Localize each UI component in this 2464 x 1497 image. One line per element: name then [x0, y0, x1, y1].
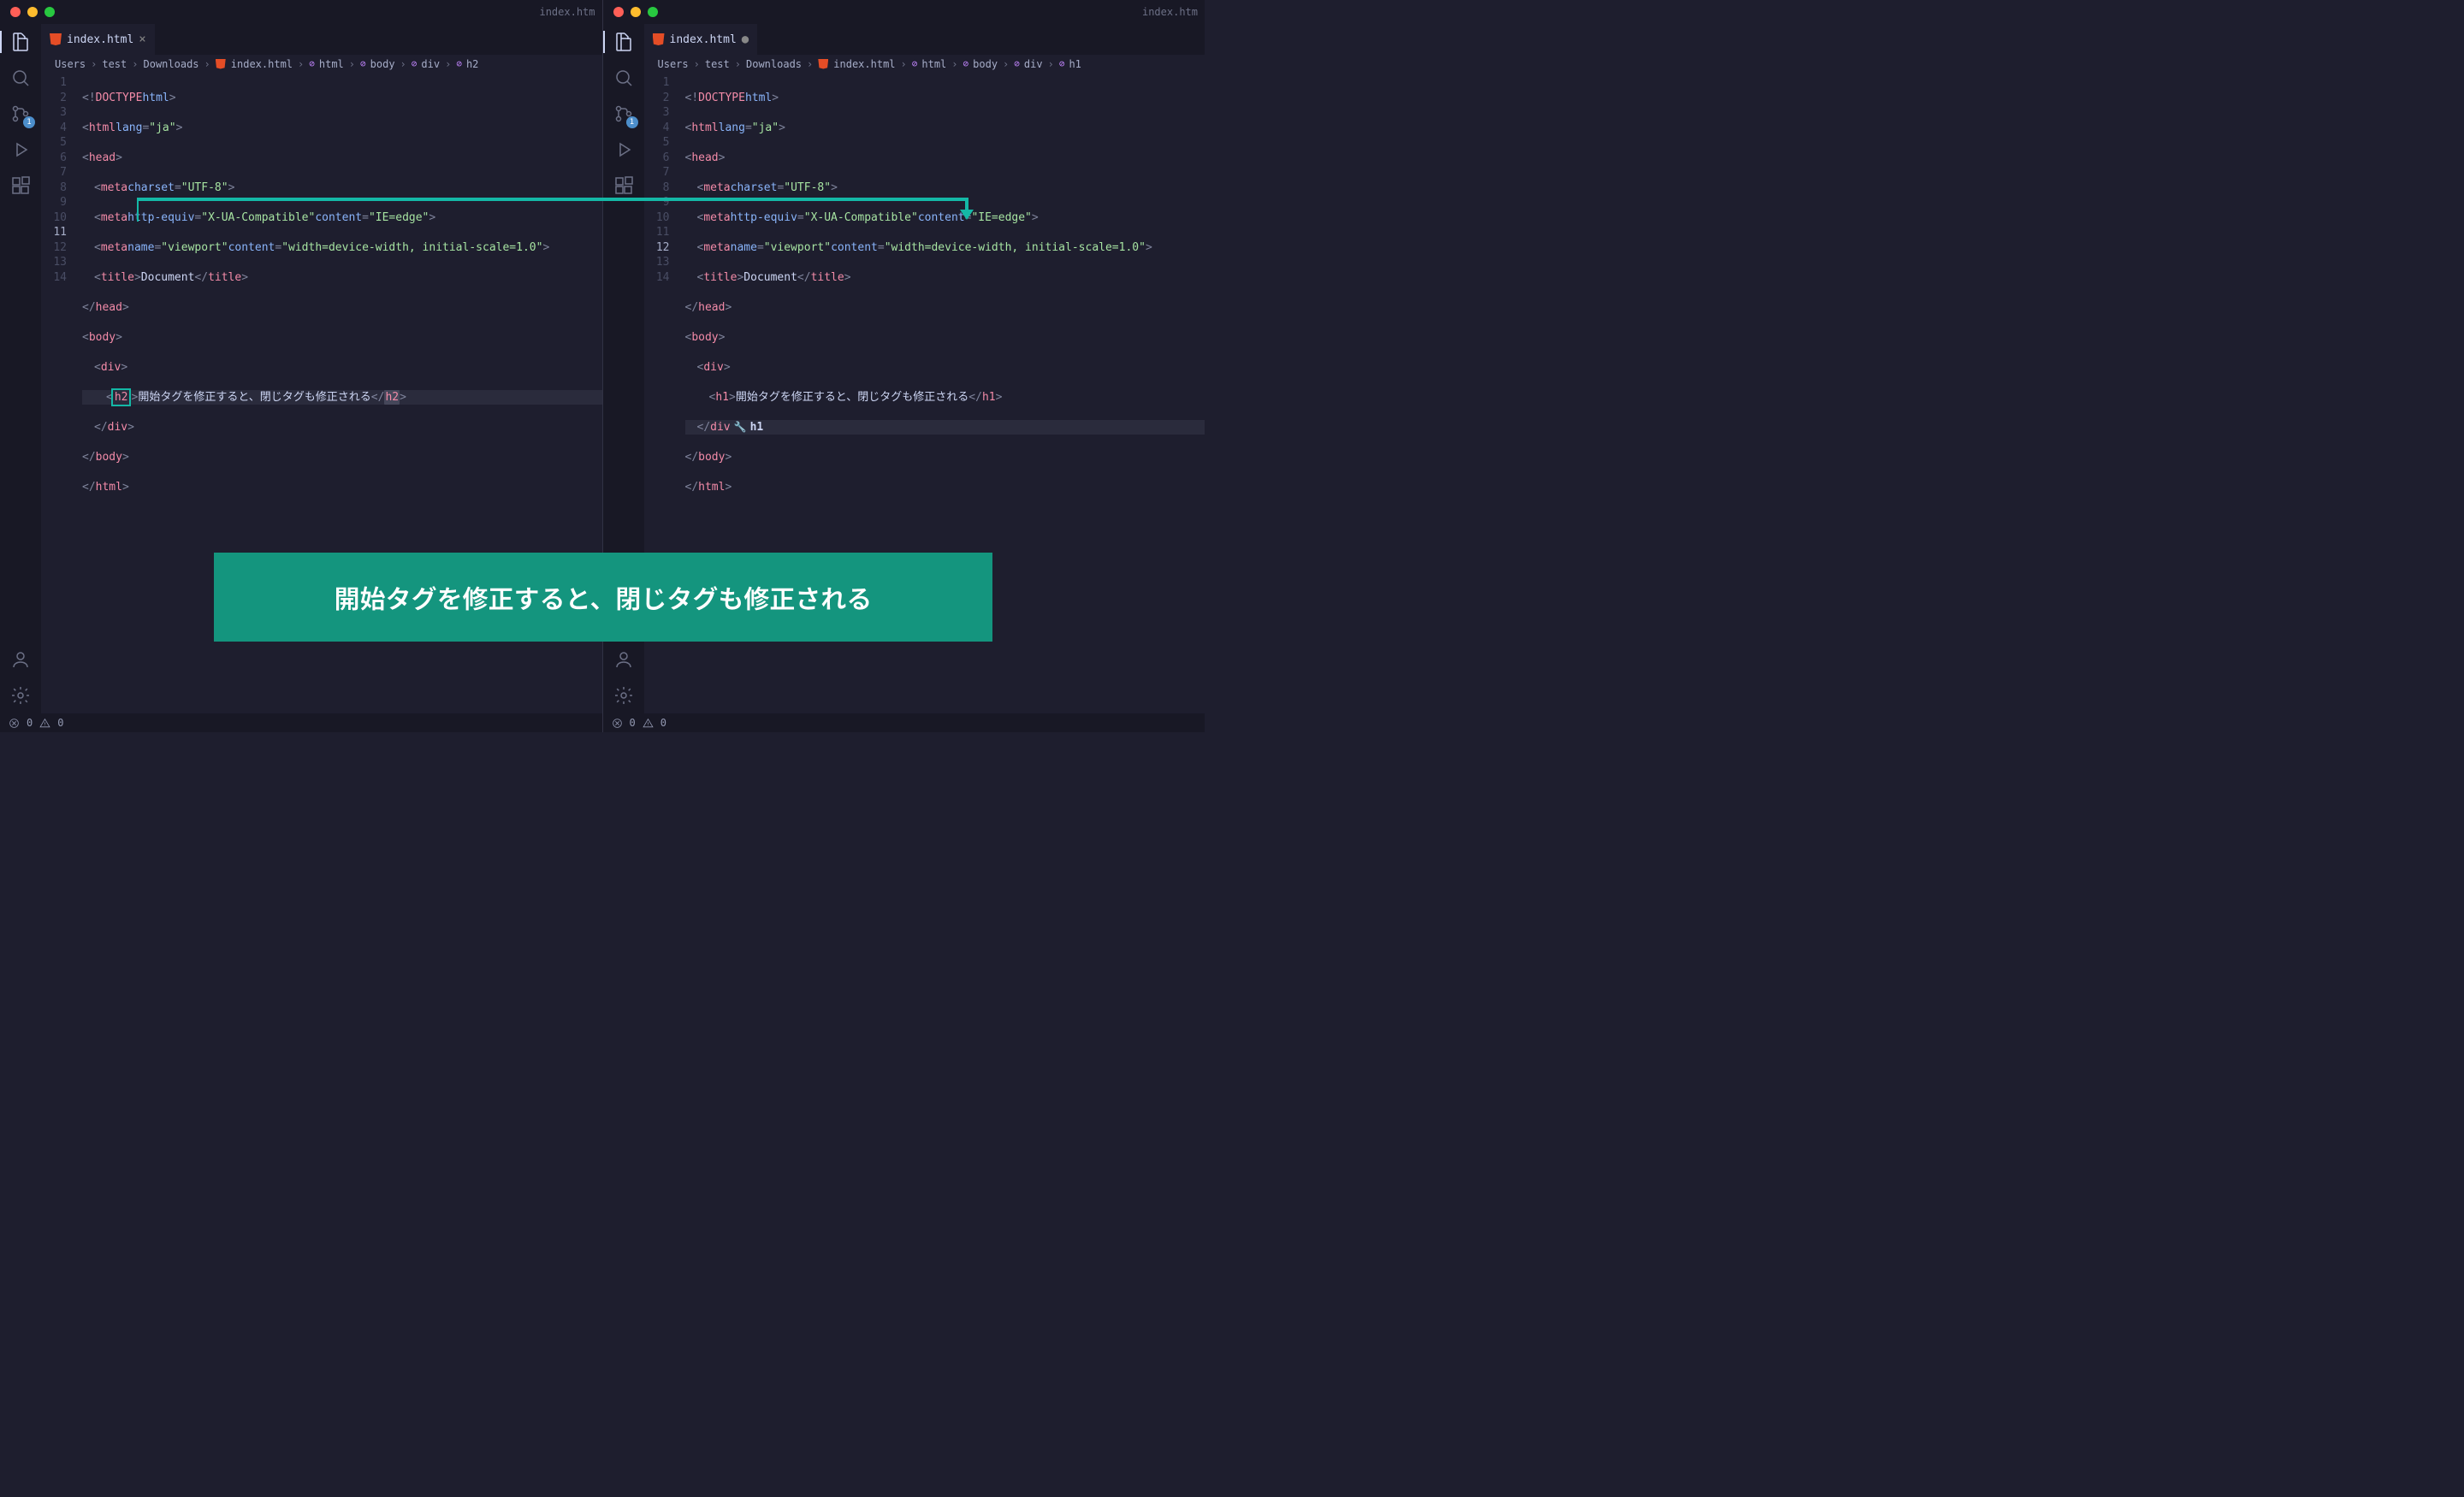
extensions-icon[interactable]: [9, 175, 32, 197]
tab-label: index.html: [67, 33, 133, 46]
window-title: index.htm: [1142, 6, 1198, 18]
window-maximize-icon[interactable]: [44, 7, 55, 17]
explorer-icon[interactable]: [9, 31, 32, 53]
error-icon: [9, 718, 20, 729]
window-maximize-icon[interactable]: [648, 7, 658, 17]
window-minimize-icon[interactable]: [631, 7, 641, 17]
html5-icon: [50, 33, 62, 45]
tabs-right: index.html ●: [644, 24, 1205, 55]
html5-icon: [818, 59, 828, 69]
source-control-icon[interactable]: 1: [9, 103, 32, 125]
debug-icon[interactable]: [9, 139, 32, 161]
html5-icon: [216, 59, 226, 69]
search-icon[interactable]: [613, 67, 635, 89]
annotation-caption: 開始タグを修正すると、閉じタグも修正される: [214, 553, 992, 642]
window-close-icon[interactable]: [613, 7, 624, 17]
html5-icon: [653, 33, 665, 45]
modified-dot-icon[interactable]: ●: [742, 33, 749, 46]
line-gutter: 1234567891011121314: [41, 74, 82, 713]
titlebar-left: index.htm: [0, 0, 602, 24]
titlebar-right: index.htm: [603, 0, 1205, 24]
error-icon: [612, 718, 623, 729]
warning-count: 0: [660, 717, 666, 729]
error-count: 0: [630, 717, 636, 729]
search-icon[interactable]: [9, 67, 32, 89]
tab-index-html[interactable]: index.html ×: [41, 24, 156, 55]
explorer-icon[interactable]: [613, 31, 635, 53]
scm-badge: 1: [23, 116, 35, 128]
close-icon[interactable]: ×: [139, 33, 145, 46]
activity-bar-left: 1: [0, 24, 41, 713]
error-count: 0: [27, 717, 33, 729]
window-title: index.htm: [539, 6, 595, 18]
source-control-icon[interactable]: 1: [613, 103, 635, 125]
warning-icon: [643, 718, 654, 729]
extensions-icon[interactable]: [613, 175, 635, 197]
warning-count: 0: [57, 717, 63, 729]
window-minimize-icon[interactable]: [27, 7, 38, 17]
tab-label: index.html: [670, 33, 737, 46]
breadcrumbs-left[interactable]: Users› test› Downloads› index.html› ⊘htm…: [41, 55, 602, 74]
settings-icon[interactable]: [613, 684, 635, 707]
breadcrumbs-right[interactable]: Users› test› Downloads› index.html› ⊘htm…: [644, 55, 1205, 74]
emmet-hint: h1: [750, 420, 764, 435]
statusbar-right[interactable]: 0 0: [603, 713, 1205, 732]
window-close-icon[interactable]: [10, 7, 21, 17]
settings-icon[interactable]: [9, 684, 32, 707]
wrench-icon: 🔧: [734, 420, 747, 435]
statusbar-left[interactable]: 0 0: [0, 713, 602, 732]
debug-icon[interactable]: [613, 139, 635, 161]
tabs-left: index.html ×: [41, 24, 602, 55]
warning-icon: [39, 718, 50, 729]
scm-badge: 1: [626, 116, 638, 128]
tab-index-html[interactable]: index.html ●: [644, 24, 759, 55]
annotation-highlight: h2: [111, 388, 132, 407]
account-icon[interactable]: [613, 648, 635, 671]
account-icon[interactable]: [9, 648, 32, 671]
